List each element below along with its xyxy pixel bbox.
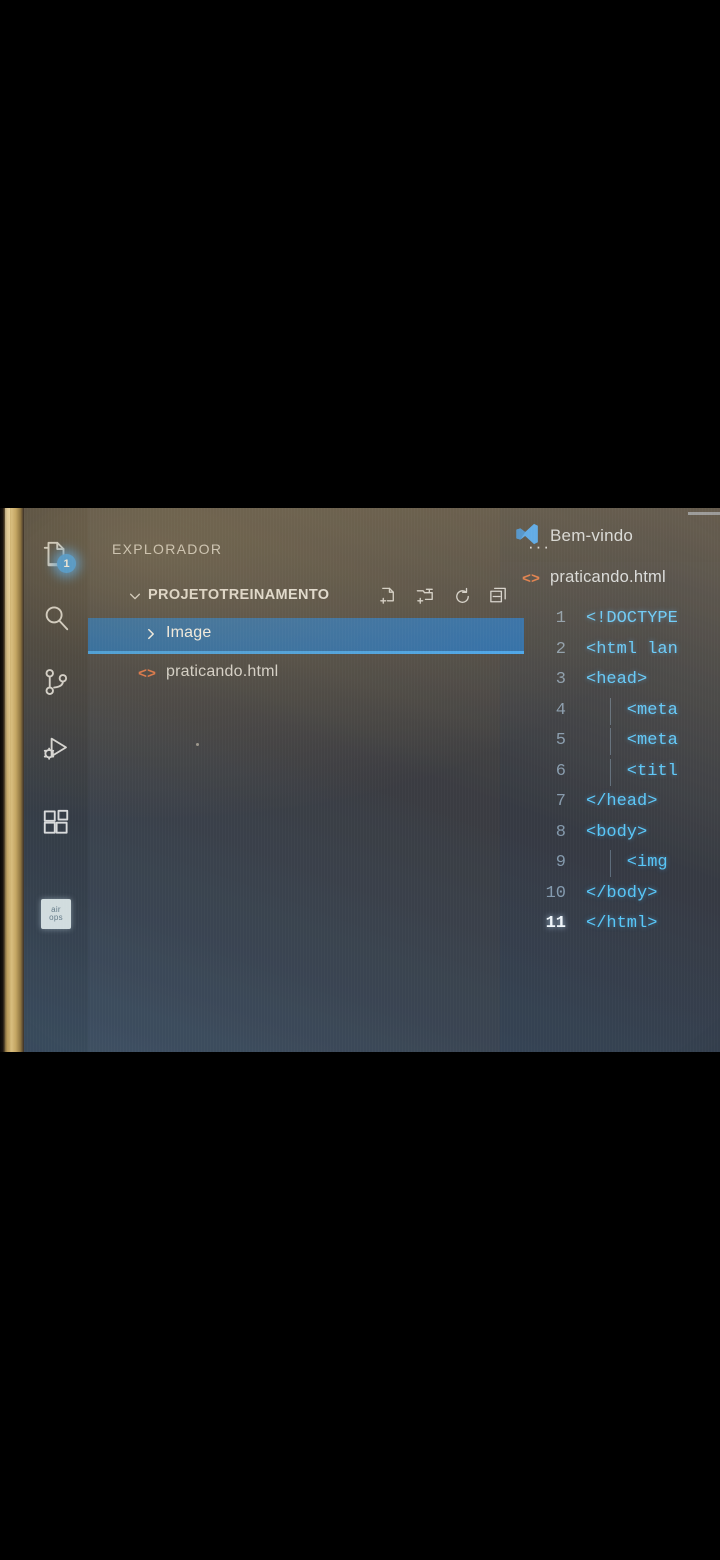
code-text: </html> — [586, 914, 658, 933]
tab-bar-edge-highlight — [688, 512, 720, 515]
new-file-icon[interactable] — [378, 586, 402, 610]
line-number: 9 — [555, 853, 566, 872]
chevron-down-icon[interactable] — [128, 589, 142, 603]
tree-item-image-folder[interactable]: Image — [88, 618, 524, 654]
bezel-sheen — [5, 508, 10, 1052]
code-text: <html lan — [586, 639, 678, 659]
line-number: 6 — [555, 761, 566, 781]
explorer-sidebar: EXPLORADOR ··· PROJETOTREINAMENTO Image … — [88, 508, 549, 1052]
air-ops-label-line2: ops — [49, 913, 63, 922]
explorer-badge: 1 — [57, 554, 76, 573]
code-line[interactable]: 8 <body> — [500, 818, 720, 849]
monitor-bezel — [0, 508, 24, 1052]
line-number: 10 — [545, 883, 566, 903]
code-line[interactable]: 3 <head> — [500, 665, 720, 696]
line-number: 8 — [555, 822, 566, 842]
air-ops-icon: air ops — [41, 899, 71, 929]
activity-bar-item-source-control[interactable] — [24, 654, 88, 710]
chevron-right-icon[interactable] — [144, 627, 158, 641]
workspace-folder-row[interactable]: PROJETOTREINAMENTO — [88, 580, 506, 614]
breadcrumb[interactable]: <> praticando.html — [500, 562, 720, 600]
sidebar-title: EXPLORADOR — [112, 541, 223, 557]
line-number: 7 — [555, 792, 566, 811]
code-text: <body> — [586, 822, 648, 842]
code-line[interactable]: 9 <img — [500, 848, 720, 879]
code-text: <head> — [586, 670, 648, 689]
html-icon: <> — [522, 571, 541, 588]
code-line[interactable]: 4 <meta — [500, 696, 720, 727]
photo-of-monitor: 1 air ops EXPLORADOR ··· PROJETOTREINAME… — [0, 0, 720, 1560]
activity-bar: 1 air ops — [24, 508, 88, 1052]
activity-bar-item-explorer[interactable]: 1 — [24, 526, 88, 582]
code-text: <meta — [586, 700, 678, 720]
code-text: <!DOCTYPE — [586, 609, 678, 628]
code-line[interactable]: 10 </body> — [500, 879, 720, 910]
code-text: <meta — [586, 731, 678, 750]
vscode-window: 1 air ops EXPLORADOR ··· PROJETOTREINAME… — [24, 508, 720, 1052]
code-text: <titl — [586, 761, 678, 781]
new-folder-icon[interactable] — [415, 586, 439, 610]
line-number: 5 — [555, 731, 566, 750]
monitor-screen-area: 1 air ops EXPLORADOR ··· PROJETOTREINAME… — [0, 508, 720, 1052]
code-text: </body> — [586, 883, 658, 903]
breadcrumb-label: praticando.html — [550, 568, 666, 586]
tree-item-label: Image — [166, 624, 212, 641]
collapse-all-icon[interactable] — [488, 586, 512, 610]
editor-area: Bem-vindo <> praticando.html 1 <!DOCTYPE 2… — [500, 508, 720, 1052]
activity-bar-item-search[interactable] — [24, 590, 88, 646]
line-number: 4 — [555, 700, 566, 720]
code-text: </head> — [586, 792, 658, 811]
code-line[interactable]: 11 </html> — [500, 909, 720, 940]
line-number: 11 — [545, 914, 566, 933]
html-icon: <> — [138, 666, 157, 683]
activity-bar-item-run-debug[interactable] — [24, 720, 88, 776]
code-line[interactable]: 2 <html lan — [500, 635, 720, 666]
workspace-folder-name: PROJETOTREINAMENTO — [148, 587, 330, 603]
tree-item-label: praticando.html — [166, 663, 279, 680]
code-line[interactable]: 1 <!DOCTYPE — [500, 604, 720, 635]
code-text: <img — [586, 853, 668, 872]
code-line[interactable]: 7 </head> — [500, 787, 720, 818]
activity-bar-item-air-ops[interactable]: air ops — [24, 886, 88, 942]
sidebar-more-actions-button[interactable]: ··· — [528, 538, 556, 558]
tree-item-praticando-html[interactable]: <> praticando.html — [88, 658, 524, 692]
tab-label: Bem-vindo — [550, 526, 634, 545]
code-editor-content[interactable]: 1 <!DOCTYPE 2 <html lan 3 <head> 4 <meta 5 <met… — [500, 604, 720, 1052]
code-line[interactable]: 5 <meta — [500, 726, 720, 757]
dust-speck — [196, 743, 199, 746]
code-line[interactable]: 6 <titl — [500, 757, 720, 788]
refresh-icon[interactable] — [452, 586, 476, 610]
activity-bar-item-extensions[interactable] — [24, 794, 88, 850]
